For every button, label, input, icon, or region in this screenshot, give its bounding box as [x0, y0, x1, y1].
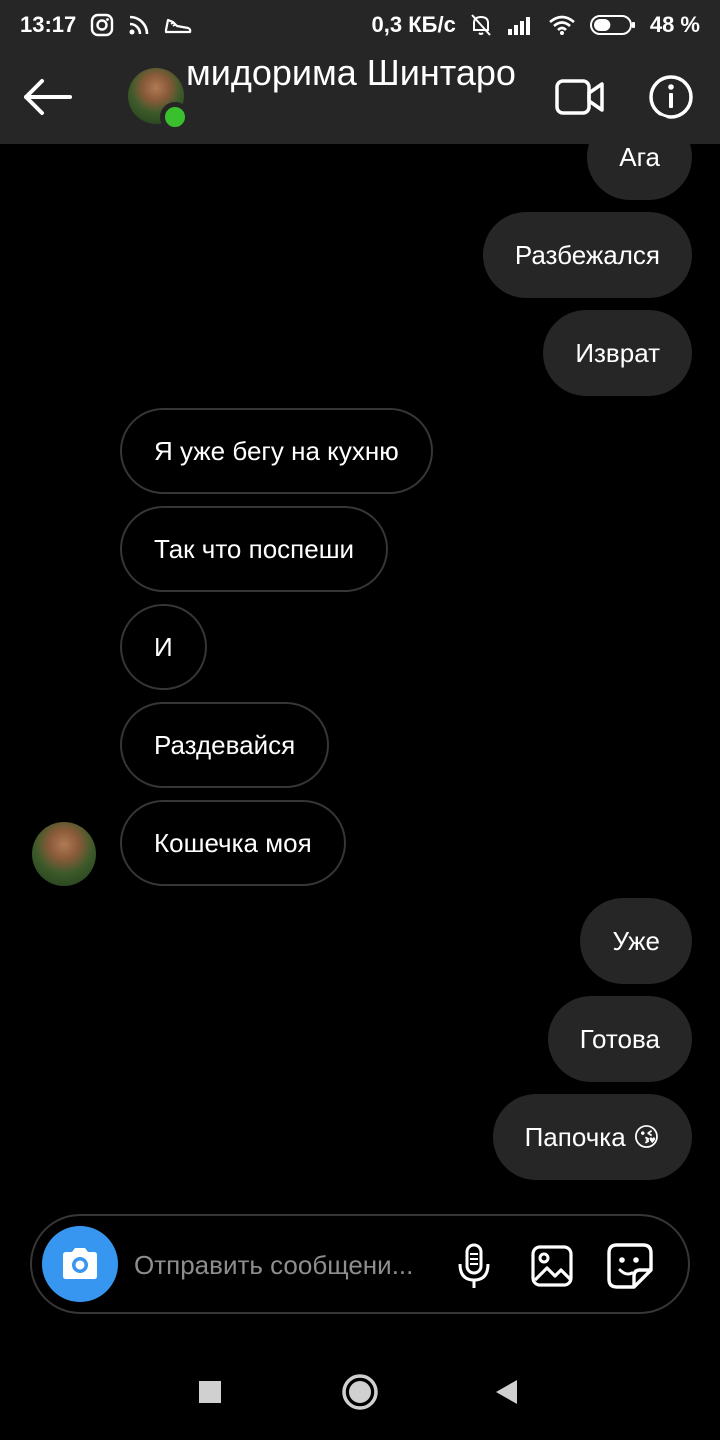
- sneaker-icon: [164, 14, 192, 36]
- message-incoming[interactable]: Кошечка моя: [120, 800, 346, 886]
- instagram-icon: [90, 13, 114, 37]
- info-button[interactable]: [648, 74, 694, 120]
- message-text: Готова: [579, 1023, 660, 1054]
- microphone-button[interactable]: [450, 1242, 498, 1290]
- message-text: Раздевайся: [154, 729, 296, 760]
- message-incoming[interactable]: И: [120, 604, 207, 690]
- online-status-dot: [160, 102, 190, 132]
- battery-icon: [589, 14, 636, 36]
- back-button[interactable]: [22, 75, 74, 119]
- message-text: Ага: [619, 141, 660, 172]
- sticker-button[interactable]: [606, 1242, 654, 1290]
- video-call-button[interactable]: [554, 77, 606, 117]
- message-outgoing[interactable]: Ага: [587, 114, 692, 200]
- message-incoming[interactable]: Раздевайся: [120, 702, 330, 788]
- status-bar: 13:17 0,3 КБ/с 48 %: [0, 0, 720, 50]
- message-text: Разбежался: [514, 239, 660, 270]
- square-icon: [199, 1381, 221, 1403]
- back-nav-button[interactable]: [486, 1372, 526, 1412]
- message-outgoing[interactable]: Папочка 😘: [492, 1094, 692, 1180]
- home-button[interactable]: [340, 1372, 380, 1412]
- message-outgoing[interactable]: Разбежался: [482, 212, 692, 298]
- message-composer: [30, 1214, 690, 1314]
- circle-icon: [342, 1374, 378, 1410]
- network-speed: 0,3 КБ/с: [371, 12, 456, 37]
- status-time: 13:17: [20, 12, 77, 37]
- message-input[interactable]: [134, 1240, 434, 1290]
- message-text: Изврат: [575, 337, 660, 368]
- triangle-back-icon: [496, 1380, 517, 1404]
- image-icon: [531, 1245, 573, 1287]
- gallery-button[interactable]: [528, 1242, 576, 1290]
- message-text: Папочка 😘: [524, 1121, 660, 1152]
- message-outgoing[interactable]: Готова: [547, 996, 692, 1082]
- status-left: 13:17: [20, 12, 192, 38]
- message-outgoing[interactable]: Изврат: [543, 310, 692, 396]
- video-camera-icon: [555, 79, 604, 115]
- sender-avatar[interactable]: [32, 822, 96, 886]
- message-incoming[interactable]: Я уже бегу на кухню: [120, 408, 433, 494]
- message-text: Кошечка моя: [154, 827, 312, 858]
- chat-title[interactable]: мидорима Шинтаро: [186, 52, 516, 94]
- info-icon: [649, 75, 693, 119]
- message-text: Так что поспеши: [154, 533, 355, 564]
- message-text: Я уже бегу на кухню: [154, 435, 399, 466]
- navigation-bar: [0, 1344, 720, 1440]
- recent-apps-button[interactable]: [190, 1372, 230, 1412]
- battery-percent: 48 %: [649, 12, 700, 37]
- signal-icon: [506, 14, 534, 36]
- message-incoming[interactable]: Так что поспеши: [120, 506, 389, 592]
- status-right: 0,3 КБ/с 48 %: [372, 12, 700, 38]
- message-outgoing[interactable]: Уже: [580, 898, 692, 984]
- message-text: Уже: [612, 925, 660, 956]
- camera-icon: [63, 1248, 97, 1279]
- cast-icon: [128, 14, 150, 36]
- bell-off-icon: [470, 13, 492, 37]
- camera-button[interactable]: [42, 1226, 118, 1302]
- arrow-left-icon: [24, 79, 72, 115]
- microphone-icon: [458, 1243, 490, 1288]
- message-text: И: [154, 631, 173, 662]
- wifi-icon: [548, 14, 576, 36]
- sticker-icon: [607, 1243, 653, 1289]
